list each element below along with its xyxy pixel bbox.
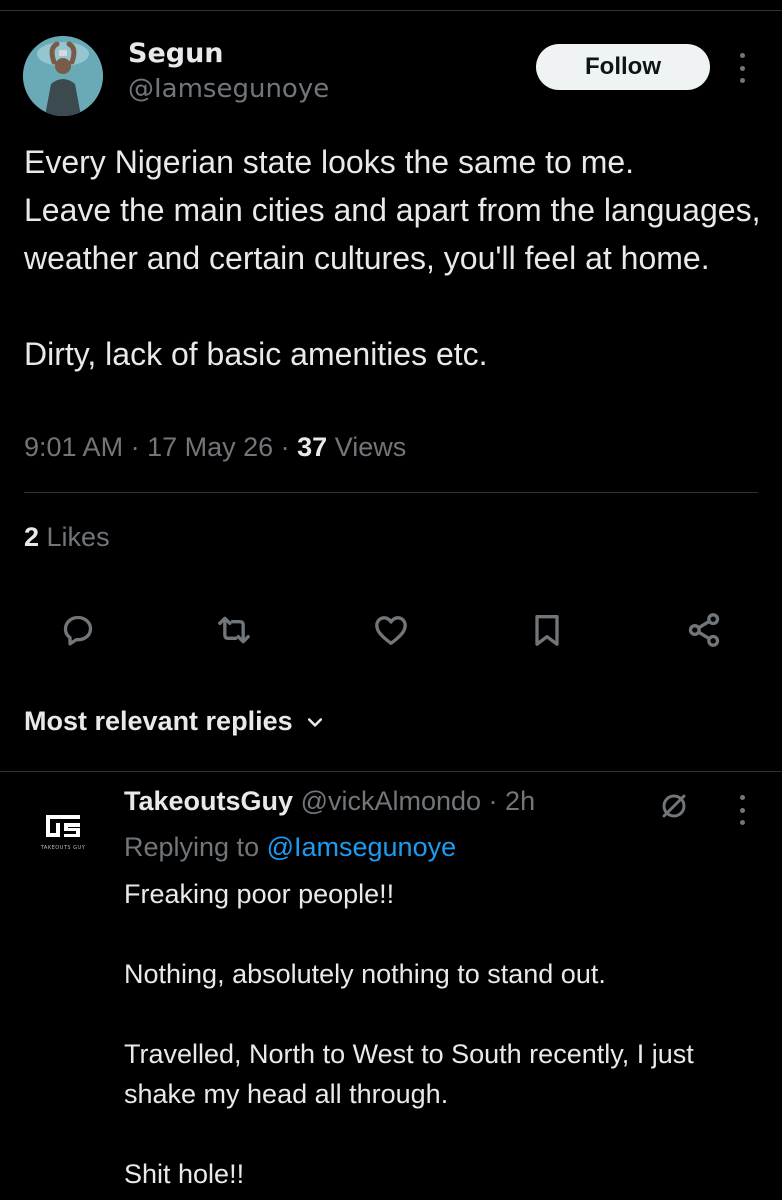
takeouts-logo-icon <box>46 815 80 837</box>
divider <box>0 771 782 772</box>
reply-avatar[interactable]: TAKEOUTS GUY <box>23 795 103 875</box>
reply-separator: · <box>481 786 506 816</box>
meta-separator: · <box>123 432 148 462</box>
author-name[interactable]: Segun <box>128 38 224 69</box>
likes-link[interactable]: 2 Likes <box>24 522 110 553</box>
tweet-date: 17 May 26 <box>147 432 274 462</box>
tweet-time: 9:01 AM <box>24 432 124 462</box>
muted-icon <box>662 794 686 818</box>
reply-author-name[interactable]: TakeoutsGuy <box>124 786 293 816</box>
replying-to: Replying to @Iamsegunoye <box>124 832 456 863</box>
follow-button[interactable]: Follow <box>536 44 710 90</box>
bookmark-icon[interactable] <box>527 610 567 650</box>
reply-icon[interactable] <box>58 610 98 650</box>
meta-separator: · <box>273 432 298 462</box>
views-count: 37 <box>297 432 328 462</box>
avatar-caption: TAKEOUTS GUY <box>40 845 86 851</box>
retweet-icon[interactable] <box>214 610 254 650</box>
tweet-text: Every Nigerian state looks the same to m… <box>24 144 761 372</box>
views-label: Views <box>327 432 407 462</box>
author-handle[interactable]: @Iamsegunoye <box>128 74 329 104</box>
reply-more-options-icon[interactable] <box>737 795 747 825</box>
author-avatar[interactable] <box>23 36 103 116</box>
reply-time: 2h <box>505 786 536 816</box>
replying-to-link[interactable]: @Iamsegunoye <box>267 832 457 862</box>
reply-text: Freaking poor people!! Nothing, absolute… <box>124 879 694 1189</box>
tweet-meta: 9:01 AM · 17 May 26 · 37 Views <box>24 432 406 463</box>
like-icon[interactable] <box>371 610 411 650</box>
divider <box>24 492 758 493</box>
more-options-icon[interactable] <box>737 53 747 83</box>
avatar-photo <box>23 36 103 116</box>
reply-author-handle[interactable]: @vickAlmondo <box>301 786 481 816</box>
likes-label: Likes <box>39 522 110 552</box>
likes-count: 2 <box>24 522 40 552</box>
reply-header: TakeoutsGuy @vickAlmondo · 2h <box>124 786 535 817</box>
chevron-down-icon <box>307 717 322 727</box>
replies-sort-toggle[interactable]: Most relevant replies <box>24 706 325 737</box>
replying-prefix: Replying to <box>124 832 267 862</box>
replies-header-label: Most relevant replies <box>24 706 293 736</box>
share-icon[interactable] <box>684 610 724 650</box>
top-divider <box>0 10 782 11</box>
